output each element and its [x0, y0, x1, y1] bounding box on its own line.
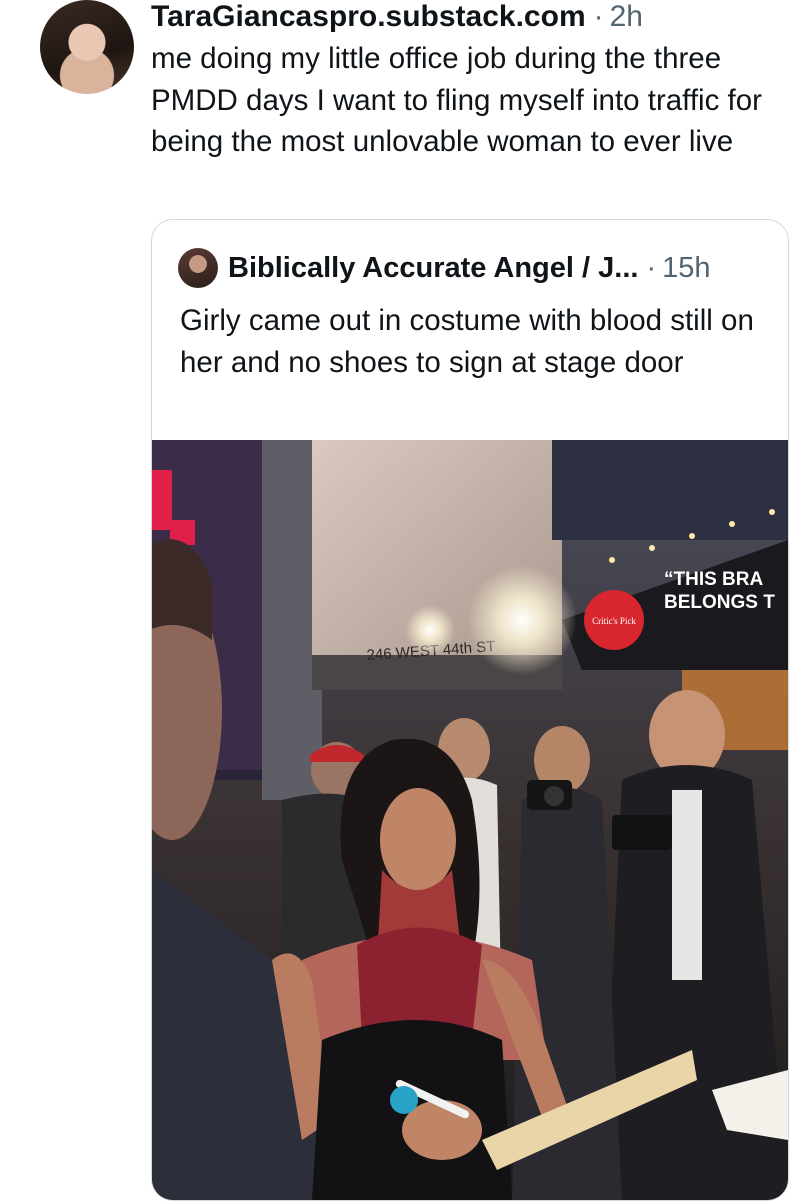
quoted-tweet-header: Biblically Accurate Angel / J... · 15h [178, 248, 711, 288]
author-name[interactable]: TaraGiancaspro.substack.com [151, 0, 586, 34]
quoted-tweet-text: Girly came out in costume with blood sti… [180, 304, 754, 379]
quoted-tweet-photo[interactable]: 246 WEST 44th ST Critic's Pick “THIS BRA… [152, 440, 788, 1200]
separator: · [593, 0, 604, 33]
quoted-timestamp[interactable]: 15h [662, 252, 710, 285]
quoted-author-name[interactable]: Biblically Accurate Angel / J... [228, 252, 638, 285]
sign-line-1: “THIS BRA [664, 569, 764, 590]
timestamp[interactable]: 2h [610, 0, 643, 34]
separator: · [646, 251, 657, 284]
stage-door-photo: 246 WEST 44th ST Critic's Pick “THIS BRA… [152, 440, 788, 1200]
tweet-text: me doing my little office job during the… [151, 42, 762, 158]
sign-line-2: BELONGS T [664, 592, 775, 613]
tweet-header: TaraGiancaspro.substack.com · 2h [151, 0, 643, 34]
quoted-author-avatar[interactable] [178, 248, 218, 288]
author-avatar[interactable] [40, 0, 134, 94]
quoted-tweet[interactable]: Biblically Accurate Angel / J... · 15h G… [151, 219, 789, 1201]
critics-pick-label: Critic's Pick [592, 616, 636, 626]
